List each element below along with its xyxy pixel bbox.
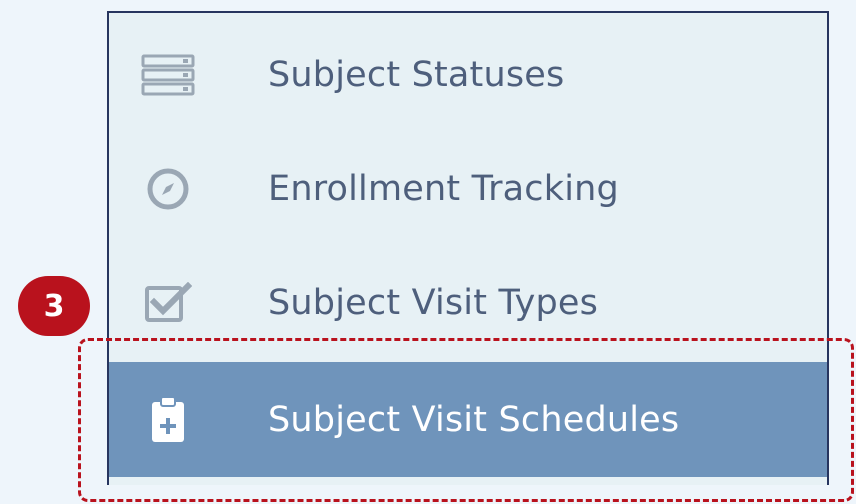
menu-item-label: Subject Statuses: [268, 55, 565, 95]
menu-panel: Subject Statuses Enrollment Tracking Sub…: [107, 11, 829, 485]
menu-item-subject-visit-schedules[interactable]: Subject Visit Schedules: [109, 362, 827, 477]
list-icon: [140, 47, 196, 103]
menu-item-subject-statuses[interactable]: Subject Statuses: [109, 18, 827, 132]
menu-item-label: Subject Visit Types: [268, 283, 599, 323]
callout-badge: 3: [18, 276, 90, 336]
checkbox-icon: [140, 275, 196, 331]
clipboard-plus-icon: [140, 392, 196, 448]
menu-item-label: Subject Visit Schedules: [268, 399, 680, 440]
menu-item-enrollment-tracking[interactable]: Enrollment Tracking: [109, 132, 827, 246]
compass-icon: [140, 161, 196, 217]
menu-item-label: Enrollment Tracking: [268, 169, 619, 209]
menu-item-subject-visit-types[interactable]: Subject Visit Types: [109, 246, 827, 360]
